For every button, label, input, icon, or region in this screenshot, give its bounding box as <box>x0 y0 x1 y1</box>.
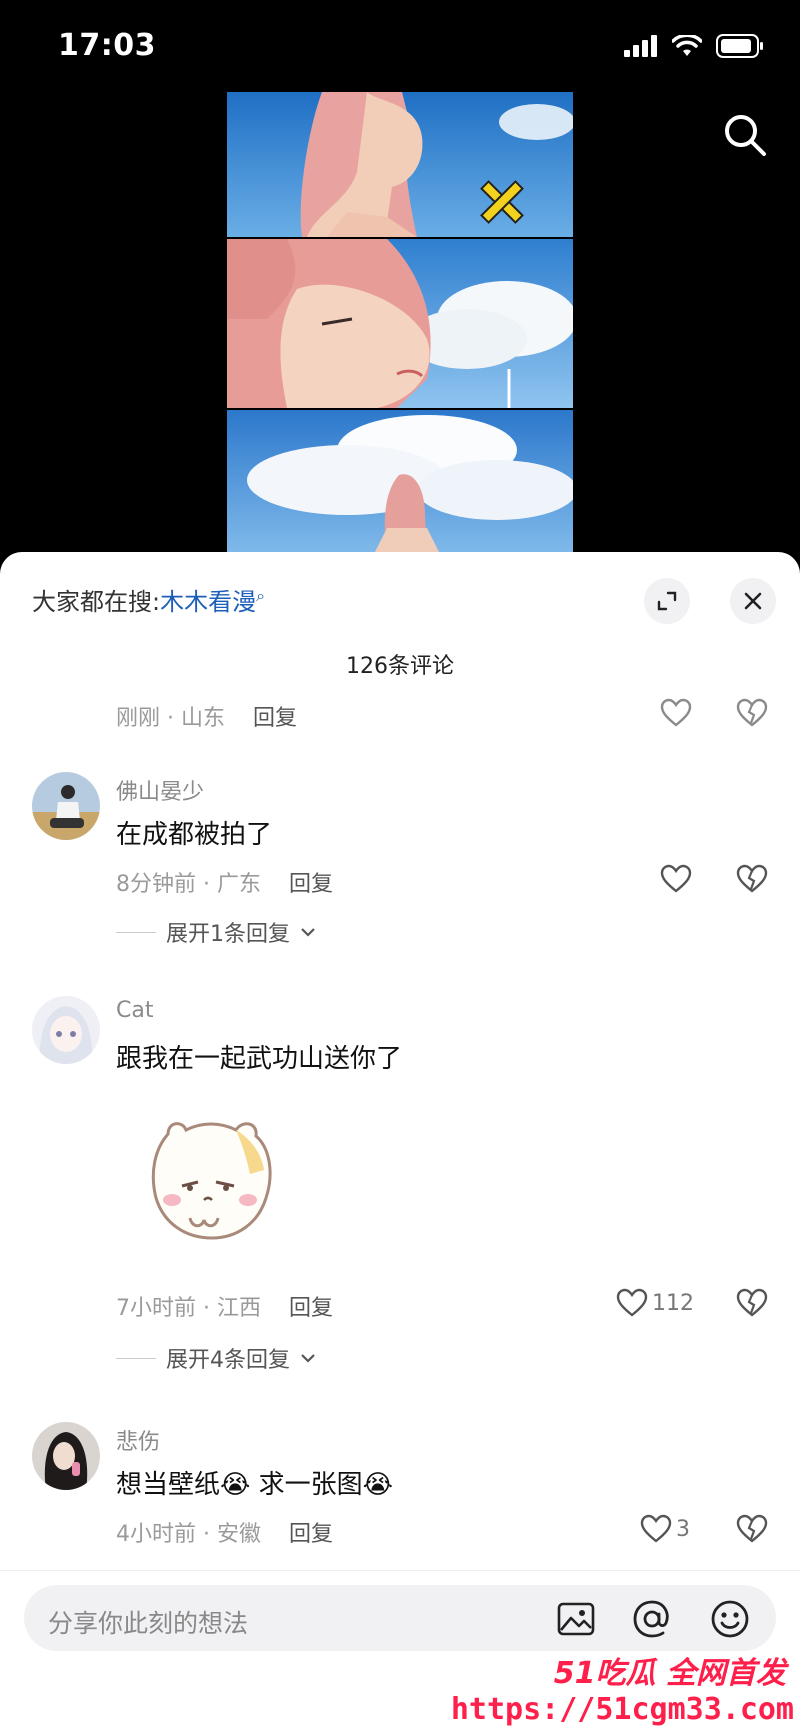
broken-heart-icon[interactable] <box>736 1288 768 1318</box>
at-icon[interactable] <box>630 1597 674 1641</box>
photo-panel-middle <box>227 239 573 408</box>
comment-item: 刚刚 · 山东 回复 <box>0 690 800 750</box>
reply-button[interactable]: 回复 <box>289 1522 333 1547</box>
comment-item: Cat 跟我在一起武功山送你了 7小时前 · 江西 回复 112 展开4条回复 <box>0 996 800 1376</box>
status-time: 17:03 <box>58 28 156 63</box>
comment-username[interactable]: Cat <box>116 998 153 1023</box>
comment-text: 在成都被拍了 <box>116 820 273 850</box>
expand-icon <box>657 591 677 611</box>
avatar[interactable] <box>32 1422 100 1490</box>
comment-meta: 7小时前 · 江西 回复 <box>116 1296 333 1321</box>
like-button[interactable] <box>660 698 692 728</box>
heart-icon <box>616 1288 648 1317</box>
comment-username[interactable]: 悲伤 <box>116 1424 160 1456</box>
divider <box>116 931 156 933</box>
comment-text: 想当壁纸😭 求一张图😭 <box>116 1470 394 1500</box>
chevron-down-icon <box>301 928 315 937</box>
comment-username[interactable]: 佛山晏少 <box>116 774 204 806</box>
like-button[interactable]: 112 <box>616 1288 694 1318</box>
comment-meta: 8分钟前 · 广东 回复 <box>116 872 333 897</box>
input-placeholder: 分享你此刻的想法 <box>48 1609 249 1638</box>
sheet-header: 大家都在搜:木木看漫⌕ <box>0 552 800 632</box>
trending-prefix: 大家都在搜: <box>32 588 161 616</box>
comment-text: 跟我在一起武功山送你了 <box>116 1044 403 1074</box>
watermark-url: https://51cgm33.com <box>450 1692 794 1727</box>
avatar[interactable] <box>32 996 100 1064</box>
battery-icon <box>716 34 763 58</box>
close-icon <box>744 592 762 610</box>
reply-button[interactable]: 回复 <box>289 872 333 897</box>
heart-icon <box>660 864 692 893</box>
avatar[interactable] <box>32 772 100 840</box>
expand-replies-button[interactable]: 展开4条回复 <box>116 1342 316 1374</box>
trending-term-link[interactable]: 木木看漫⌕ <box>160 586 266 616</box>
like-button[interactable] <box>660 864 692 894</box>
expand-button[interactable] <box>644 578 690 624</box>
broken-heart-icon[interactable] <box>736 1514 768 1544</box>
video-preview[interactable] <box>227 92 573 552</box>
signal-icon <box>624 35 657 57</box>
heart-icon <box>640 1514 672 1543</box>
status-icons <box>624 34 764 58</box>
chevron-down-icon <box>301 1354 315 1363</box>
search-small-icon: ⌕ <box>256 586 266 605</box>
heart-icon <box>660 698 692 727</box>
status-bar: 17:03 <box>0 0 800 92</box>
sticker-image[interactable] <box>146 1114 276 1250</box>
comment-meta: 4小时前 · 安徽 回复 <box>116 1522 333 1547</box>
comment-meta: 刚刚 · 山东 回复 <box>116 706 297 731</box>
comment-item: 佛山晏少 在成都被拍了 8分钟前 · 广东 回复 展开1条回复 <box>0 770 800 950</box>
search-icon[interactable] <box>720 110 770 160</box>
watermark-brand: 51吃瓜 全网首发 <box>553 1656 786 1691</box>
broken-heart-icon[interactable] <box>736 864 768 894</box>
like-count: 112 <box>652 1290 694 1316</box>
watermark: 51吃瓜 全网首发 https://51cgm33.com <box>451 1638 800 1731</box>
close-button[interactable] <box>730 578 776 624</box>
wifi-icon <box>672 35 702 56</box>
image-icon[interactable] <box>554 1597 598 1641</box>
comment-item: 悲伤 想当壁纸😭 求一张图😭 4小时前 · 安徽 回复 3 <box>0 1420 800 1560</box>
like-count: 3 <box>676 1516 690 1542</box>
trending-search: 大家都在搜:木木看漫⌕ <box>32 582 265 617</box>
photo-panel-top <box>227 92 573 237</box>
broken-heart-icon[interactable] <box>736 698 768 728</box>
reply-button[interactable]: 回复 <box>253 706 297 731</box>
emoji-icon[interactable] <box>708 1597 752 1641</box>
reply-button[interactable]: 回复 <box>289 1296 333 1321</box>
divider <box>116 1357 156 1359</box>
photo-panel-bottom <box>227 410 573 552</box>
comment-count: 126条评论 <box>346 654 454 679</box>
expand-replies-button[interactable]: 展开1条回复 <box>116 916 316 948</box>
like-button[interactable]: 3 <box>640 1514 690 1544</box>
